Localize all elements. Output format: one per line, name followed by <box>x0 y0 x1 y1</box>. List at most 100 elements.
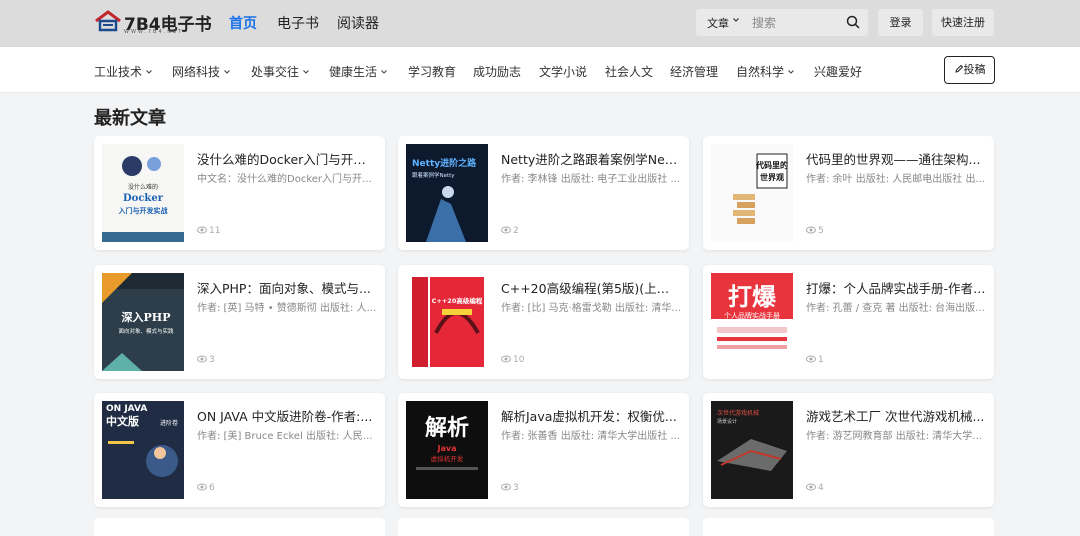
book-title[interactable]: 解析Java虚拟机开发：权衡优... <box>501 406 681 425</box>
view-count: 3 <box>501 483 519 493</box>
eye-icon <box>197 483 207 490</box>
chevron-down-icon <box>788 69 794 74</box>
book-card[interactable]: 打爆 个人品牌实战手册 打爆：个人品牌实战手册-作者:... 作者: 孔蕾 / … <box>703 265 994 379</box>
book-cover[interactable]: 解析 Java 虚拟机开发 <box>406 401 488 499</box>
book-cover[interactable]: C++20高级编程 <box>406 273 488 371</box>
search-icon[interactable] <box>846 15 860 29</box>
category-hobbies[interactable]: 兴趣爱好 <box>814 63 862 80</box>
svg-text:代码里的: 代码里的 <box>755 160 788 170</box>
svg-text:中文版: 中文版 <box>106 414 139 428</box>
book-card[interactable]: C++20高级编程 C++20高级编程(第5版)(上下... 作者: [比] 马… <box>398 265 689 379</box>
view-count-value: 3 <box>513 483 519 493</box>
logo-icon <box>95 10 121 32</box>
eye-icon <box>806 226 816 233</box>
chevron-down-icon <box>146 69 152 74</box>
category-industrial[interactable]: 工业技术 <box>94 63 153 80</box>
book-title[interactable]: 打爆：个人品牌实战手册-作者:... <box>806 278 986 297</box>
book-cover[interactable]: 代码里的 世界观 <box>711 144 793 242</box>
view-count: 1 <box>806 355 824 365</box>
search-type-select[interactable]: 文章 <box>707 15 729 31</box>
chevron-down-icon <box>381 69 387 74</box>
book-title[interactable]: 深入PHP：面向对象、模式与... <box>197 278 377 297</box>
view-count: 4 <box>806 483 824 493</box>
register-button[interactable]: 快速注册 <box>932 9 994 36</box>
category-network[interactable]: 网络科技 <box>172 63 231 80</box>
svg-text:Docker: Docker <box>123 193 164 204</box>
category-success[interactable]: 成功励志 <box>473 63 521 80</box>
category-label: 文学小说 <box>539 65 588 79</box>
book-title[interactable]: 没什么难的Docker入门与开发... <box>197 149 377 168</box>
view-count: 5 <box>806 226 824 236</box>
view-count-value: 3 <box>209 355 215 365</box>
book-card[interactable]: 次世代游戏机械 场景设计 游戏艺术工厂 次世代游戏机械... 作者: 游艺网教育… <box>703 393 994 507</box>
book-card[interactable]: ON JAVA 中文版 进阶卷 ON JAVA 中文版进阶卷-作者:... 作者… <box>94 393 385 507</box>
book-meta: 作者: 余叶 出版社: 人民邮电出版社 出... <box>806 174 985 185</box>
book-meta: 作者: [英] 马特 • 赞德斯彻 出版社: 人民... <box>197 303 377 314</box>
category-education[interactable]: 学习教育 <box>408 63 456 80</box>
book-title[interactable]: 代码里的世界观——通往架构... <box>806 149 986 168</box>
book-meta: 作者: 孔蕾 / 查克 著 出版社: 台海出版... <box>806 303 985 314</box>
category-science[interactable]: 自然科学 <box>736 63 795 80</box>
book-card[interactable]: 没什么难的 Docker 入门与开发实战 没什么难的Docker入门与开发...… <box>94 136 385 250</box>
category-label: 工业技术 <box>94 65 143 79</box>
svg-text:面向对象、模式与实践: 面向对象、模式与实践 <box>118 327 174 335</box>
category-economics[interactable]: 经济管理 <box>670 63 718 80</box>
book-cover[interactable]: 打爆 个人品牌实战手册 <box>711 273 793 371</box>
nav-home[interactable]: 首页 <box>229 13 257 33</box>
category-humanities[interactable]: 社会人文 <box>605 63 653 80</box>
submit-label: 投稿 <box>963 63 986 76</box>
search-box: 文章 <box>696 9 868 36</box>
eye-icon <box>501 355 511 362</box>
svg-text:跟着案例学Netty: 跟着案例学Netty <box>412 171 455 179</box>
book-card[interactable]: 代码里的 世界观 代码里的世界观——通往架构... 作者: 余叶 出版社: 人民… <box>703 136 994 250</box>
submit-article-button[interactable]: 投稿 <box>944 56 995 84</box>
category-literature[interactable]: 文学小说 <box>539 63 587 80</box>
nav-ebooks[interactable]: 电子书 <box>277 13 319 33</box>
book-card[interactable]: 深入PHP 面向对象、模式与实践 深入PHP：面向对象、模式与... 作者: [… <box>94 265 385 379</box>
view-count: 3 <box>197 355 215 365</box>
site-logo[interactable]: 7B4电子书 WWW.7B4.NET <box>94 9 212 37</box>
eye-icon <box>806 483 816 490</box>
book-card-partial <box>94 518 385 536</box>
svg-text:虚拟机开发: 虚拟机开发 <box>431 454 464 463</box>
chevron-down-icon <box>733 18 739 22</box>
book-title[interactable]: Netty进阶之路跟着案例学Nett... <box>501 149 681 168</box>
book-cover[interactable]: 次世代游戏机械 场景设计 <box>711 401 793 499</box>
svg-text:次世代游戏机械: 次世代游戏机械 <box>717 409 759 417</box>
category-social[interactable]: 处事交往 <box>251 63 310 80</box>
eye-icon <box>197 226 207 233</box>
chevron-down-icon <box>303 69 309 74</box>
nav-reader[interactable]: 阅读器 <box>337 13 379 33</box>
book-title[interactable]: ON JAVA 中文版进阶卷-作者:... <box>197 406 377 425</box>
view-count-value: 11 <box>209 226 221 236</box>
eye-icon <box>501 226 511 233</box>
eye-icon <box>197 355 207 362</box>
view-count-value: 10 <box>513 355 525 365</box>
search-input[interactable] <box>752 13 838 32</box>
view-count-value: 4 <box>818 483 824 493</box>
login-button[interactable]: 登录 <box>878 9 923 36</box>
category-label: 网络科技 <box>172 65 221 79</box>
svg-text:深入PHP: 深入PHP <box>122 310 171 324</box>
book-title[interactable]: 游戏艺术工厂 次世代游戏机械... <box>806 406 986 425</box>
svg-text:解析: 解析 <box>425 415 469 441</box>
book-title[interactable]: C++20高级编程(第5版)(上下... <box>501 278 681 297</box>
view-count: 11 <box>197 226 220 236</box>
svg-text:个人品牌实战手册: 个人品牌实战手册 <box>724 311 780 320</box>
svg-text:Netty进阶之路: Netty进阶之路 <box>412 157 477 169</box>
chevron-down-icon <box>224 69 230 74</box>
book-card[interactable]: Netty进阶之路 跟着案例学Netty Netty进阶之路跟着案例学Nett.… <box>398 136 689 250</box>
category-label: 学习教育 <box>408 65 457 79</box>
category-health[interactable]: 健康生活 <box>329 63 388 80</box>
book-cover[interactable]: 深入PHP 面向对象、模式与实践 <box>102 273 184 371</box>
category-label: 健康生活 <box>329 65 378 79</box>
book-cover[interactable]: Netty进阶之路 跟着案例学Netty <box>406 144 488 242</box>
book-cover[interactable]: ON JAVA 中文版 进阶卷 <box>102 401 184 499</box>
category-label: 处事交往 <box>251 65 300 79</box>
eye-icon <box>501 483 511 490</box>
book-cover[interactable]: 没什么难的 Docker 入门与开发实战 <box>102 144 184 242</box>
view-count-value: 5 <box>818 226 824 236</box>
book-card[interactable]: 解析 Java 虚拟机开发 解析Java虚拟机开发：权衡优... 作者: 张善香… <box>398 393 689 507</box>
section-title: 最新文章 <box>94 108 166 129</box>
svg-text:场景设计: 场景设计 <box>717 418 737 425</box>
